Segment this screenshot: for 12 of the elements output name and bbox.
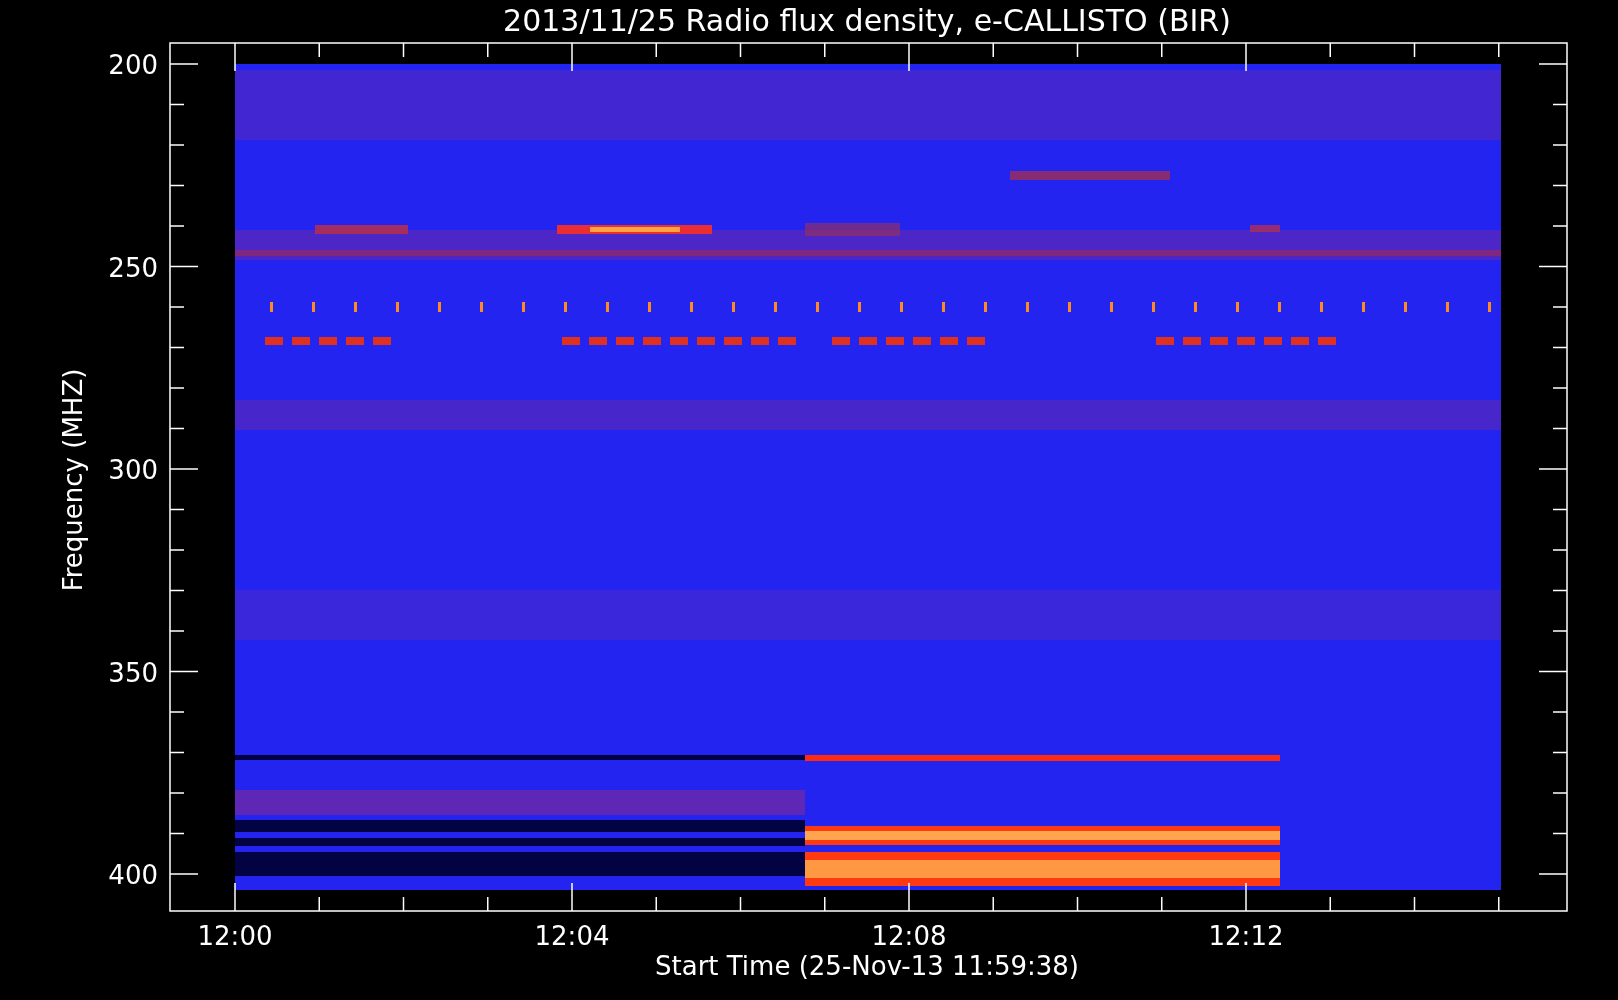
y-tick-label: 350	[108, 657, 158, 688]
y-tick-label: 400	[108, 860, 158, 890]
x-tick-label: 12:08	[871, 921, 947, 951]
x-tick-label: 12:00	[197, 921, 273, 951]
y-tick-label: 250	[108, 252, 158, 283]
x-tick-label: 12:04	[534, 921, 610, 951]
x-tick-label: 12:12	[1208, 921, 1284, 951]
y-tick-label: 200	[108, 50, 158, 80]
y-tick-label: 300	[108, 455, 158, 485]
plot-title: 2013/11/25 Radio flux density, e-CALLISTO (BIR)	[503, 3, 1231, 38]
x-axis-label: Start Time (25-Nov-13 11:59:38)	[655, 951, 1079, 981]
y-axis-label: Frequency (MHZ)	[58, 368, 88, 592]
